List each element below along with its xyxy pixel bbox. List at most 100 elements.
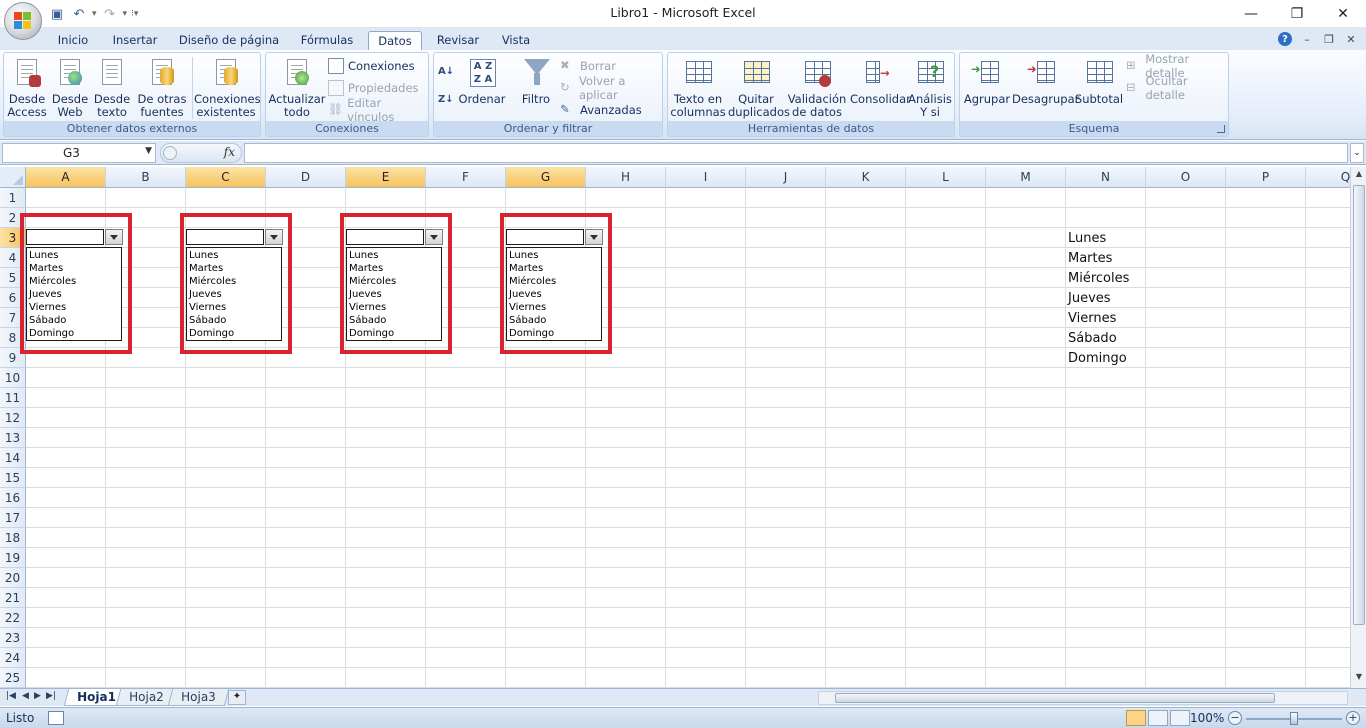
column-header-f[interactable]: F [426,167,506,188]
row-header-22[interactable]: 22 [0,608,26,628]
combo-list-item[interactable]: Martes [189,262,281,275]
row-header-16[interactable]: 16 [0,488,26,508]
combo-input[interactable] [506,229,584,245]
customize-qat-icon[interactable]: ⁝▾ [131,9,138,19]
row-header-1[interactable]: 1 [0,188,26,208]
page-layout-view-button[interactable] [1148,710,1168,726]
tab-inicio[interactable]: Inicio [50,31,96,50]
cell-n9[interactable]: Domingo [1068,349,1127,369]
combo-input[interactable] [186,229,264,245]
insert-function-button[interactable]: fx [160,143,242,163]
column-header-d[interactable]: D [266,167,346,188]
column-header-i[interactable]: I [666,167,746,188]
select-all-button[interactable] [0,167,26,188]
combo-list-item[interactable]: Jueves [29,288,121,301]
redo-dropdown-icon[interactable]: ▾ [123,9,128,19]
next-sheet-icon[interactable]: ▶ [34,691,41,701]
prev-sheet-icon[interactable]: ◀ [22,691,29,701]
row-header-20[interactable]: 20 [0,568,26,588]
row-header-14[interactable]: 14 [0,448,26,468]
column-header-k[interactable]: K [826,167,906,188]
macro-record-icon[interactable] [48,711,64,725]
row-header-17[interactable]: 17 [0,508,26,528]
scroll-up-icon[interactable]: ▲ [1353,169,1365,183]
column-header-e[interactable]: E [346,167,426,188]
combo-list-item[interactable]: Miércoles [189,275,281,288]
normal-view-button[interactable] [1126,710,1146,726]
column-header-m[interactable]: M [986,167,1066,188]
combo-list-item[interactable]: Domingo [189,327,281,340]
row-header-13[interactable]: 13 [0,428,26,448]
tab-revisar[interactable]: Revisar [430,31,486,50]
combo-list-item[interactable]: Sábado [349,314,441,327]
name-box-dropdown-icon[interactable]: ▼ [145,146,152,156]
cell-n7[interactable]: Viernes [1068,309,1116,329]
other-sources-button[interactable]: De otras fuentes [134,57,190,119]
advanced-button[interactable]: ✎ Avanzadas [560,101,642,119]
scroll-down-icon[interactable]: ▼ [1353,672,1365,686]
column-header-g[interactable]: G [506,167,586,188]
hide-detail-button[interactable]: ⊟ Ocultar detalle [1126,74,1228,102]
formula-expand-icon[interactable]: ⌄ [1350,143,1364,163]
group-button[interactable]: ➜ Agrupar [962,57,1012,106]
edit-links-button[interactable]: ⛓ Editar vínculos [328,96,428,124]
combo-list-item[interactable]: Domingo [509,327,601,340]
combo-list-item[interactable]: Martes [509,262,601,275]
filter-button[interactable]: Filtro [514,57,558,106]
row-header-21[interactable]: 21 [0,588,26,608]
save-icon[interactable]: ▣ [48,5,66,23]
column-header-l[interactable]: L [906,167,986,188]
tab-insertar[interactable]: Insertar [106,31,164,50]
ribbon-restore-icon[interactable]: ❐ [1322,33,1336,46]
combo-dropdown-icon[interactable] [425,229,443,245]
combo-list-item[interactable]: Sábado [189,314,281,327]
combo-list-item[interactable]: Viernes [509,301,601,314]
row-header-23[interactable]: 23 [0,628,26,648]
cell-n3[interactable]: Lunes [1068,229,1106,249]
combo-list-item[interactable]: Lunes [29,249,121,262]
combo-list-item[interactable]: Viernes [189,301,281,314]
combo-list-item[interactable]: Domingo [349,327,441,340]
row-header-12[interactable]: 12 [0,408,26,428]
tab-diseno-pagina[interactable]: Diseño de página [174,31,284,50]
from-access-button[interactable]: Desde Access [6,57,48,119]
combo-list-item[interactable]: Lunes [349,249,441,262]
tab-vista[interactable]: Vista [494,31,538,50]
combo-list-item[interactable]: Jueves [189,288,281,301]
redo-icon[interactable]: ↷ [101,5,119,23]
consolidate-button[interactable]: → Consolidar [850,57,911,106]
cell-n5[interactable]: Miércoles [1068,269,1129,289]
connections-button[interactable]: Conexiones [328,57,415,75]
zoom-in-icon[interactable]: + [1346,711,1360,725]
column-header-o[interactable]: O [1146,167,1226,188]
combo-list-item[interactable]: Miércoles [349,275,441,288]
undo-dropdown-icon[interactable]: ▾ [92,9,97,19]
combo-list-item[interactable]: Viernes [349,301,441,314]
existing-connections-button[interactable]: Conexiones existentes [194,57,261,119]
horizontal-scrollbar[interactable] [818,691,1348,705]
data-validation-button[interactable]: Validación de datos [786,57,848,119]
sort-button[interactable]: A ZZ A Ordenar [456,57,508,106]
combo-list-item[interactable]: Sábado [509,314,601,327]
column-header-a[interactable]: A [26,167,106,188]
combo-list-item[interactable]: Jueves [509,288,601,301]
combo-dropdown-icon[interactable] [585,229,603,245]
combo-list-item[interactable]: Sábado [29,314,121,327]
row-header-25[interactable]: 25 [0,668,26,688]
refresh-all-button[interactable]: Actualizar todo [268,57,326,119]
zoom-out-icon[interactable]: − [1228,711,1242,725]
name-box[interactable]: G3 ▼ [2,143,156,163]
combo-list-item[interactable]: Jueves [349,288,441,301]
combo-dropdown-icon[interactable] [105,229,123,245]
help-icon[interactable]: ? [1278,32,1292,46]
horizontal-scroll-thumb[interactable] [835,693,1275,703]
column-header-j[interactable]: J [746,167,826,188]
zoom-level[interactable]: 100% [1190,711,1224,725]
first-sheet-icon[interactable]: |◀ [6,691,16,701]
combo-list-item[interactable]: Miércoles [29,275,121,288]
page-break-view-button[interactable] [1170,710,1190,726]
text-to-columns-button[interactable]: Texto en columnas [670,57,726,119]
column-header-p[interactable]: P [1226,167,1306,188]
combo-list-item[interactable]: Lunes [189,249,281,262]
from-text-button[interactable]: Desde texto [92,57,132,119]
